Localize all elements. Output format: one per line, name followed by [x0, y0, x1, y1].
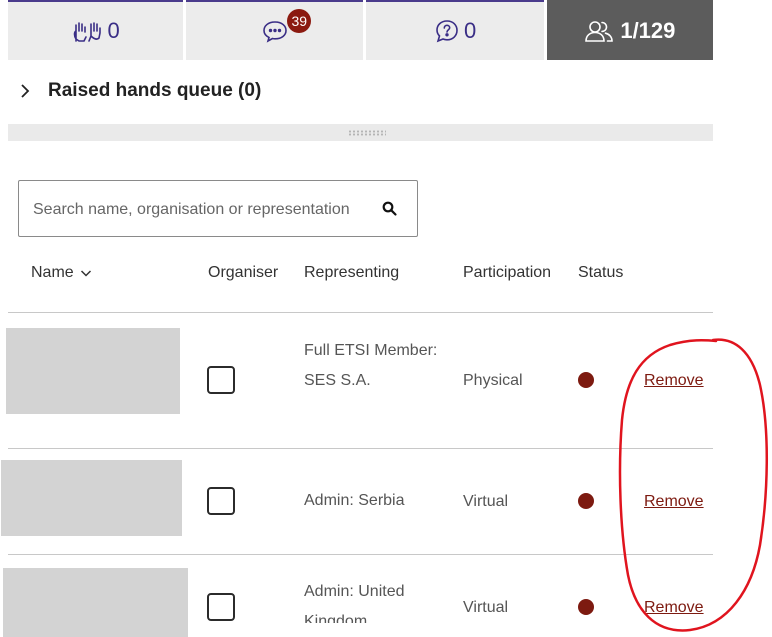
- redacted-name-placeholder: [1, 460, 182, 536]
- participation-cell: Virtual: [463, 493, 509, 510]
- chat-bubble-icon: [261, 18, 289, 44]
- tab-questions[interactable]: 0: [366, 0, 544, 60]
- participant-search: [18, 180, 418, 238]
- raised-hands-icon: [72, 19, 104, 43]
- status-dot: [578, 372, 594, 388]
- questions-count: 0: [463, 18, 477, 43]
- representing-cell: Full ETSI Member: SES S.A.: [304, 342, 438, 389]
- raised-hands-queue-toggle[interactable]: Raised hands queue (0): [18, 78, 261, 104]
- table-row: Full ETSI Member: SES S.A. Physical Remo…: [0, 313, 713, 448]
- column-header-representing: Representing: [304, 264, 400, 281]
- column-header-name[interactable]: Name: [31, 264, 92, 282]
- participation-cell: Physical: [463, 372, 523, 389]
- chevron-right-icon: [18, 78, 40, 104]
- panel-resize-handle[interactable]: [8, 124, 713, 141]
- participants-count: 1/129: [620, 18, 676, 43]
- representing-cell: Admin: Serbia: [304, 492, 405, 509]
- table-row: Admin: United Kingdom Virtual Remove: [0, 555, 713, 637]
- chevron-down-icon: [80, 270, 91, 277]
- participation-cell: Virtual: [463, 599, 509, 616]
- table-row: Admin: Serbia Virtual Remove: [0, 449, 713, 554]
- remove-link[interactable]: Remove: [644, 493, 704, 511]
- remove-link[interactable]: Remove: [644, 599, 704, 617]
- participants-icon: [584, 18, 614, 44]
- organiser-checkbox[interactable]: [207, 593, 235, 621]
- remove-link[interactable]: Remove: [644, 372, 704, 390]
- raised-hands-count: 0: [107, 18, 120, 43]
- tab-participants[interactable]: 1/129: [546, 0, 713, 60]
- column-header-name-label: Name: [31, 264, 74, 281]
- status-dot: [578, 493, 594, 509]
- panel-tab-bar: 0 39 0 1/129: [8, 0, 713, 60]
- column-header-participation: Participation: [463, 264, 552, 281]
- organiser-checkbox[interactable]: [207, 487, 235, 515]
- representing-cell-clip: Admin: United Kingdom: [304, 577, 444, 623]
- search-icon[interactable]: [381, 200, 399, 223]
- tab-chat[interactable]: 39: [186, 0, 364, 60]
- column-header-status: Status: [578, 264, 624, 281]
- redacted-name-placeholder: [6, 328, 180, 414]
- organiser-checkbox[interactable]: [207, 366, 235, 394]
- tab-raised-hands[interactable]: 0: [8, 0, 184, 60]
- chat-unread-badge: 39: [287, 9, 312, 33]
- redacted-name-placeholder: [3, 568, 188, 637]
- column-header-organiser: Organiser: [208, 264, 279, 281]
- representing-cell: Admin: United Kingdom: [304, 583, 405, 623]
- search-input[interactable]: [31, 181, 365, 238]
- question-bubble-icon: [434, 18, 460, 44]
- grip-dots-icon: [348, 130, 386, 136]
- status-dot: [578, 599, 594, 615]
- raised-hands-queue-label: Raised hands queue (0): [48, 80, 262, 101]
